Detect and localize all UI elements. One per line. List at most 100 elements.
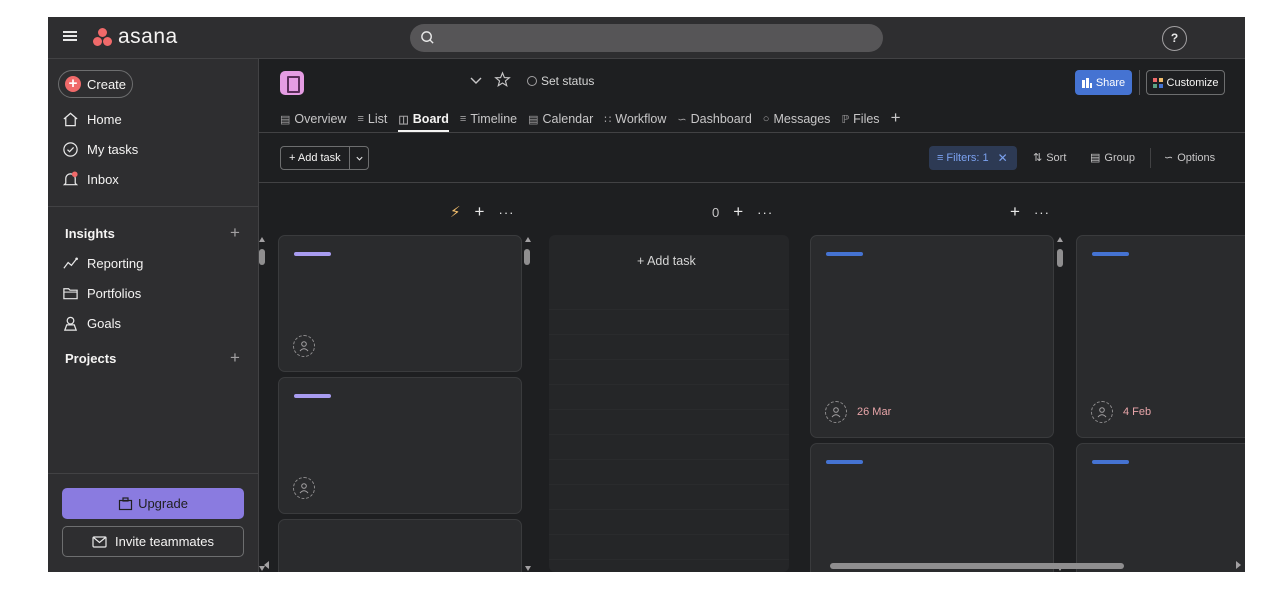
due-date[interactable]: 26 Mar: [857, 406, 891, 418]
star-icon[interactable]: [494, 71, 511, 88]
check-circle-icon: [63, 141, 78, 157]
sidebar: + Create Home My tasks Inbox Insights + …: [48, 59, 259, 572]
sidebar-item-reporting[interactable]: Reporting: [62, 252, 143, 274]
tab-calendar[interactable]: ▤ Calendar: [528, 106, 593, 132]
set-status-button[interactable]: Set status: [527, 74, 594, 88]
sidebar-item-label: Home: [87, 111, 122, 127]
card-color-bar: [294, 394, 331, 398]
tab-workflow[interactable]: ∷ Workflow: [604, 106, 666, 132]
add-task-button[interactable]: + Add task: [280, 146, 369, 170]
column-1-scrollbar[interactable]: [524, 249, 530, 265]
sidebar-item-label: Inbox: [87, 171, 119, 187]
group-icon: ▤: [1090, 152, 1101, 164]
card-color-bar: [826, 252, 863, 256]
clear-filter-icon[interactable]: ✕: [998, 151, 1008, 165]
column-add-icon[interactable]: +: [1010, 202, 1020, 222]
tab-timeline[interactable]: ≡ Timeline: [460, 106, 517, 132]
tab-label: Timeline: [470, 112, 518, 126]
card-color-bar: [826, 460, 863, 464]
help-button[interactable]: ?: [1162, 26, 1187, 51]
insights-add-icon[interactable]: +: [230, 224, 240, 241]
filters-button[interactable]: ≡ Filters: 1 ✕: [929, 146, 1017, 170]
task-card[interactable]: [1076, 443, 1245, 572]
scroll-up-arrow[interactable]: [1057, 237, 1063, 242]
sidebar-item-goals[interactable]: Goals: [62, 312, 121, 334]
sort-icon: ⇅: [1033, 152, 1043, 164]
sidebar-item-inbox[interactable]: Inbox: [62, 168, 119, 190]
sidebar-item-my-tasks[interactable]: My tasks: [62, 138, 138, 160]
task-card[interactable]: 4 Feb: [1076, 235, 1245, 438]
column-more-icon[interactable]: ···: [1034, 205, 1050, 220]
scroll-down-arrow[interactable]: [525, 566, 531, 571]
tab-label: Calendar: [542, 112, 594, 126]
projects-heading[interactable]: Projects: [65, 351, 116, 366]
horizontal-scrollbar[interactable]: [830, 563, 1124, 569]
add-task-dropdown[interactable]: [349, 147, 368, 169]
scroll-up-arrow[interactable]: [525, 237, 531, 242]
task-card[interactable]: [278, 519, 522, 572]
projects-add-icon[interactable]: +: [230, 349, 240, 366]
tab-label: Workflow: [615, 112, 667, 126]
tab-label: Messages: [773, 112, 831, 126]
insights-heading[interactable]: Insights: [65, 226, 115, 241]
column-more-icon[interactable]: ···: [757, 205, 773, 220]
workflow-icon: ∷: [604, 113, 612, 126]
left-scrollbar[interactable]: [259, 249, 265, 265]
upgrade-button[interactable]: Upgrade: [62, 488, 244, 519]
column-add-task-button[interactable]: + Add task: [637, 254, 696, 268]
sort-button[interactable]: ⇅ Sort: [1033, 151, 1066, 165]
column-add-icon[interactable]: +: [475, 202, 485, 222]
bell-icon: [62, 170, 79, 185]
task-card[interactable]: [810, 443, 1054, 572]
scroll-right-arrow[interactable]: [1236, 561, 1241, 569]
assignee-avatar-icon[interactable]: [293, 477, 315, 499]
invite-teammates-button[interactable]: Invite teammates: [62, 526, 244, 557]
assignee-avatar-icon[interactable]: [1091, 401, 1113, 423]
group-button[interactable]: ▤ Group: [1090, 151, 1135, 165]
tab-messages[interactable]: ○ Messages: [763, 106, 831, 132]
customize-button[interactable]: Customize: [1146, 70, 1225, 95]
column-add-icon[interactable]: +: [733, 202, 743, 222]
list-icon: ≡: [357, 113, 364, 125]
customize-grid-icon: [1152, 77, 1163, 88]
folder-icon: [63, 287, 78, 299]
options-button[interactable]: ∽ Options: [1164, 151, 1215, 165]
task-card[interactable]: [278, 377, 522, 514]
calendar-icon: ▤: [528, 113, 539, 126]
tab-overview[interactable]: ▤ Overview: [280, 106, 347, 132]
scroll-left-arrow[interactable]: [264, 561, 269, 569]
toolbar-divider: [1150, 148, 1151, 168]
task-card[interactable]: [278, 235, 522, 372]
tab-dashboard[interactable]: ∽ Dashboard: [677, 106, 751, 132]
column-more-icon[interactable]: ···: [498, 205, 514, 220]
lightning-icon[interactable]: ⚡︎: [450, 203, 461, 221]
share-button[interactable]: Share: [1075, 70, 1132, 95]
hamburger-menu-icon[interactable]: [62, 29, 78, 45]
create-label: Create: [87, 76, 127, 92]
create-button[interactable]: + Create: [58, 70, 133, 98]
tab-files[interactable]: ℙ Files: [841, 106, 879, 132]
filter-icon: ≡: [937, 152, 944, 164]
search-bar[interactable]: [410, 24, 883, 52]
tab-board[interactable]: ◫ Board: [398, 106, 449, 132]
due-date[interactable]: 4 Feb: [1123, 406, 1151, 418]
status-circle-icon: [527, 76, 537, 86]
asana-logo[interactable]: asana: [92, 25, 178, 49]
project-icon[interactable]: [280, 71, 304, 95]
asana-app-window: asana ? + Create Home My tasks Inbox Ins…: [48, 17, 1245, 572]
sidebar-item-home[interactable]: Home: [62, 108, 122, 130]
tab-list[interactable]: ≡ List: [358, 106, 388, 132]
person-icon: [63, 316, 78, 331]
scroll-up-arrow[interactable]: [259, 237, 265, 242]
chevron-down-icon[interactable]: [469, 73, 483, 87]
assignee-avatar-icon[interactable]: [825, 401, 847, 423]
column-3-scrollbar[interactable]: [1057, 249, 1063, 267]
add-tab-icon[interactable]: +: [891, 106, 901, 132]
gift-icon: [118, 496, 133, 510]
sidebar-divider: [48, 206, 259, 207]
task-card[interactable]: 26 Mar: [810, 235, 1054, 438]
assignee-avatar-icon[interactable]: [293, 335, 315, 357]
column-1-header: ⚡︎ + ···: [450, 202, 514, 222]
sidebar-item-portfolios[interactable]: Portfolios: [62, 282, 141, 304]
board: ⚡︎ + ··· 0 + ··· + Add task + ··· 26 Mar…: [259, 183, 1245, 572]
